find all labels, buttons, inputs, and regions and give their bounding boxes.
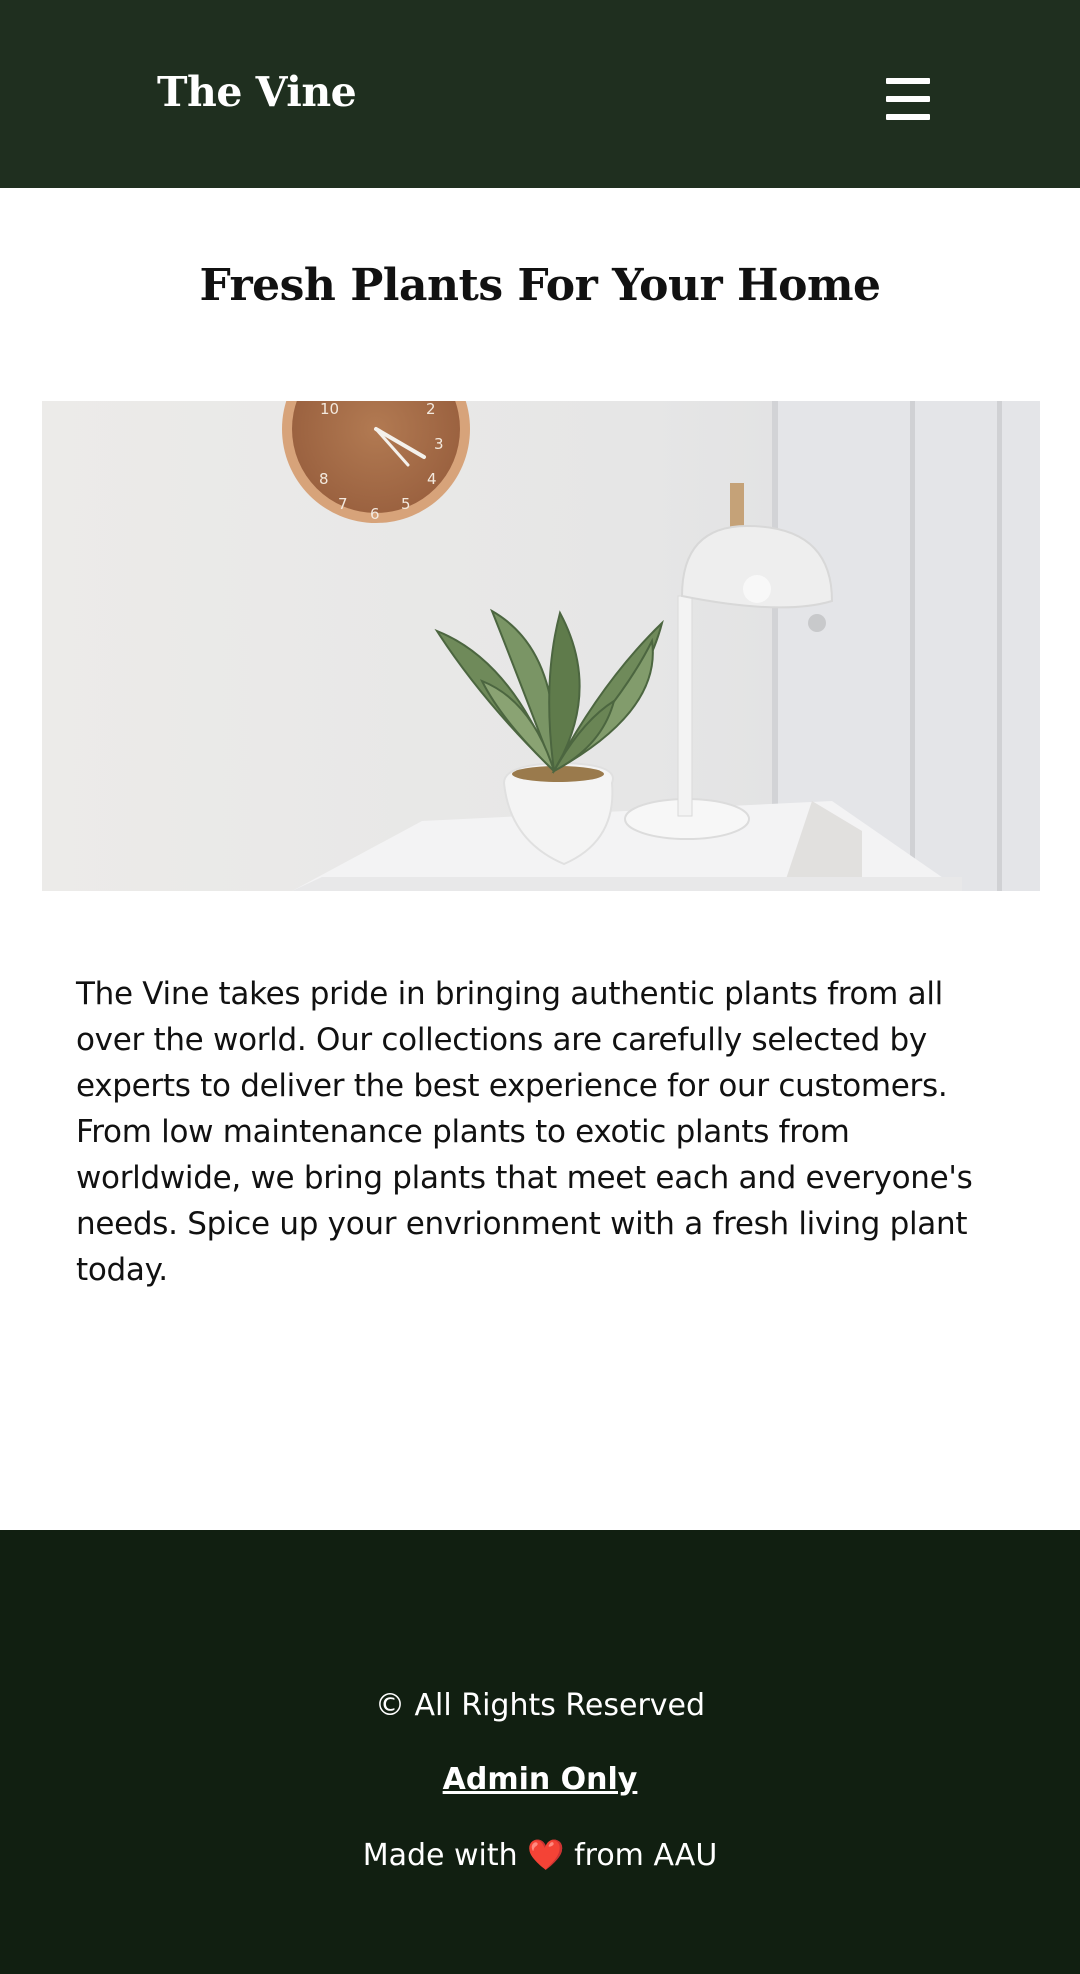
svg-text:5: 5	[401, 495, 411, 513]
svg-text:8: 8	[319, 470, 329, 488]
hamburger-menu-icon[interactable]	[886, 78, 930, 120]
svg-text:3: 3	[434, 435, 444, 453]
svg-text:4: 4	[427, 470, 437, 488]
menu-bar-middle	[886, 96, 930, 102]
hero-image: 10 2 3 4 8 7 6 5	[42, 401, 1040, 891]
admin-only-link[interactable]: Admin Only	[0, 1762, 1080, 1797]
made-with-suffix: from AAU	[574, 1838, 718, 1873]
page-title: Fresh Plants For Your Home	[199, 260, 881, 311]
svg-text:6: 6	[370, 505, 380, 523]
copyright-text: © All Rights Reserved	[374, 1688, 706, 1723]
site-footer	[0, 1530, 1080, 1974]
menu-bar-top	[886, 78, 930, 84]
brand-logo-link[interactable]: The Vine	[157, 68, 357, 116]
menu-bar-bottom	[886, 114, 930, 120]
intro-paragraph: The Vine takes pride in bringing authent…	[76, 976, 973, 1288]
heart-icon: ❤️	[527, 1838, 565, 1873]
made-with-text: Made with ❤️ from AAU	[0, 1838, 1080, 1873]
svg-text:7: 7	[338, 495, 348, 513]
svg-text:2: 2	[426, 401, 436, 418]
made-with-prefix: Made with	[362, 1838, 518, 1873]
top-navbar: The Vine	[0, 0, 1080, 188]
svg-text:10: 10	[320, 401, 339, 418]
